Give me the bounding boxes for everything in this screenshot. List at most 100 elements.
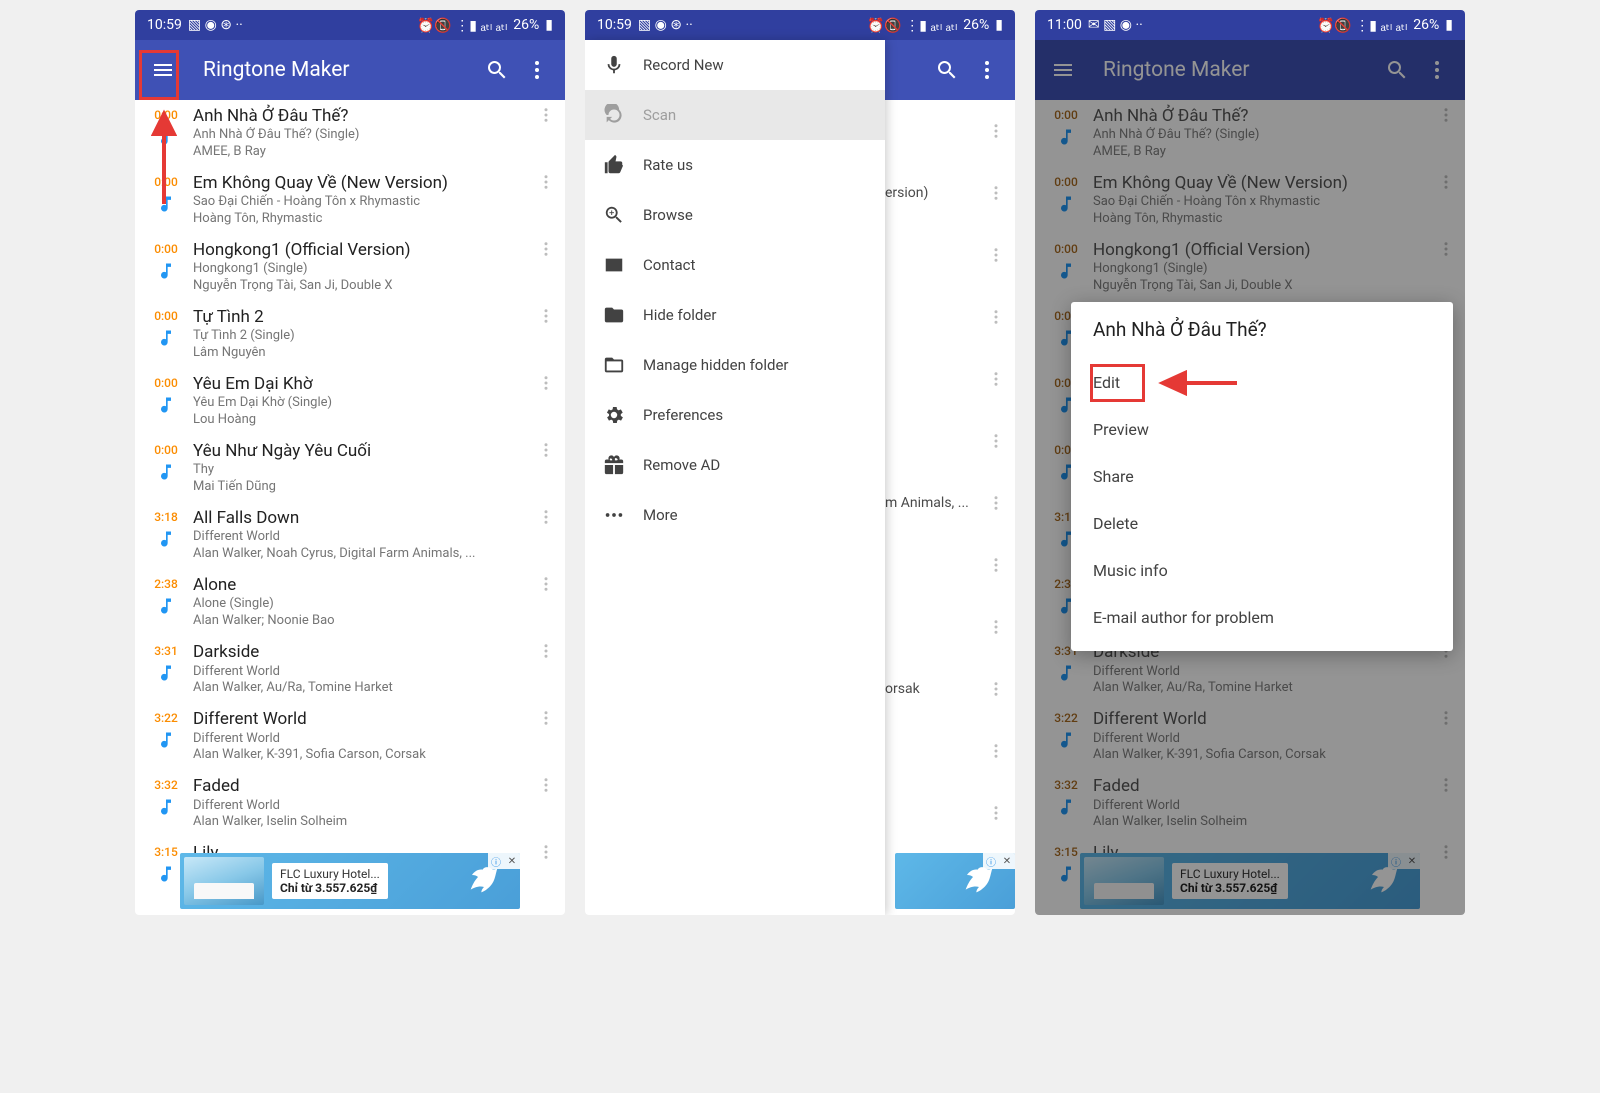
song-more-button[interactable] [531,709,561,727]
song-more-button[interactable] [981,494,1011,512]
song-item[interactable]: 3:22 Different World Different World Ala… [135,703,565,770]
song-item[interactable]: 2:38 Alone Alone (Single) Alan Walker; N… [135,569,565,636]
context-menu-item[interactable]: Delete [1093,500,1431,547]
song-more-button[interactable] [981,184,1011,202]
overflow-button[interactable] [967,50,1007,90]
drawer-item-mic[interactable]: Record New [585,40,885,90]
song-item[interactable]: 3:32 Faded Different World Alan Walker, … [135,770,565,837]
folder-icon [603,304,643,326]
ad-close-icon[interactable]: ✕ [504,853,520,869]
app-bar: Ringtone Maker [135,40,565,100]
song-more-button[interactable] [981,742,1011,760]
music-note-icon [156,191,176,221]
song-item[interactable]: 3:31 Darkside Different World Alan Walke… [135,636,565,703]
context-menu-item[interactable]: E-mail author for problem [1093,594,1431,641]
drawer-item-refresh[interactable]: Scan [585,90,885,140]
drawer-item-thumb[interactable]: Rate us [585,140,885,190]
drawer-item-label: Manage hidden folder [643,356,789,374]
ad-info-icon[interactable]: ⓘ [488,853,504,869]
song-duration: 3:32 [154,778,178,792]
drawer-item-zoom[interactable]: Browse [585,190,885,240]
zoom-icon [603,204,643,226]
song-more-button[interactable] [531,843,561,861]
ad-price: Chỉ từ 3.557.625₫ [280,881,380,895]
drawer-item-label: Rate us [643,156,693,174]
search-button[interactable] [927,50,967,90]
song-duration: 0:00 [154,108,178,122]
song-more-button[interactable] [531,441,561,459]
context-menu-item[interactable]: Edit [1093,359,1431,406]
song-more-button[interactable] [981,618,1011,636]
song-more-button[interactable] [981,308,1011,326]
song-title: Tự Tình 2 [193,307,531,328]
song-artist: Mai Tiến Dũng [193,479,523,496]
song-more-button[interactable] [981,432,1011,450]
song-title: Alone [193,575,531,596]
song-more-button[interactable] [981,370,1011,388]
song-more-button[interactable] [531,508,561,526]
music-note-icon [156,727,176,757]
song-text-fragment: m Animals, ... [885,495,981,511]
menu-button[interactable] [143,50,183,90]
song-item[interactable]: 0:00 Em Không Quay Về (New Version) Sao … [135,167,565,234]
drawer-item-label: Browse [643,206,693,224]
song-title: Hongkong1 (Official Version) [193,240,531,261]
song-item-peek [885,224,1015,286]
drawer-item-gear[interactable]: Preferences [585,390,885,440]
song-more-button[interactable] [531,776,561,794]
song-item[interactable]: 0:00 Anh Nhà Ở Đâu Thế? Anh Nhà Ở Đâu Th… [135,100,565,167]
song-more-button[interactable] [531,374,561,392]
drawer-item-label: Preferences [643,406,723,424]
ad-banner[interactable]: ⓘ ✕ [895,853,1015,909]
song-artist: Lou Hoàng [193,412,523,429]
drawer-item-dots[interactable]: More [585,490,885,540]
song-duration: 2:38 [154,577,178,591]
song-duration: 0:00 [154,309,178,323]
song-more-button[interactable] [981,122,1011,140]
ad-close-icon[interactable]: ✕ [999,853,1015,869]
song-item[interactable]: 3:18 All Falls Down Different World Alan… [135,502,565,569]
song-item-peek [885,286,1015,348]
status-bar: 10:59 ▧ ◉ ⊛ ·· ⏰📵 ⋮▮ ₐₜₗ ₐₜₗ 26% ▮ [585,10,1015,40]
song-duration: 3:15 [154,845,178,859]
song-more-button[interactable] [531,240,561,258]
song-more-button[interactable] [531,575,561,593]
song-item[interactable]: 0:00 Yêu Như Ngày Yêu Cuối Thy Mai Tiến … [135,435,565,502]
song-more-button[interactable] [981,680,1011,698]
screen-2: 10:59 ▧ ◉ ⊛ ·· ⏰📵 ⋮▮ ₐₜₗ ₐₜₗ 26% ▮ ersio… [585,10,1015,915]
song-more-button[interactable] [531,106,561,124]
song-more-button[interactable] [531,642,561,660]
song-title: Faded [193,776,531,797]
song-more-button[interactable] [531,173,561,191]
status-bar: 10:59 ▧ ◉ ⊛ ·· ⏰📵 ⋮▮ ₐₜₗ ₐₜₗ 26% ▮ [135,10,565,40]
drawer-item-contact[interactable]: Contact [585,240,885,290]
context-menu-title: Anh Nhà Ở Đâu Thế? [1093,318,1431,341]
song-item[interactable]: 0:00 Hongkong1 (Official Version) Hongko… [135,234,565,301]
drawer-item-folder-open[interactable]: Manage hidden folder [585,340,885,390]
song-more-button[interactable] [531,307,561,325]
screen-3: 11:00 ✉ ▧ ◉ ·· ⏰📵 ⋮▮ ₐₜₗ ₐₜₗ 26% ▮ Ringt… [1035,10,1465,915]
app-title: Ringtone Maker [203,58,477,82]
ad-info-icon[interactable]: ⓘ [983,853,999,869]
song-more-button[interactable] [981,804,1011,822]
song-item[interactable]: 0:00 Yêu Em Dại Khờ Yêu Em Dại Khờ (Sing… [135,368,565,435]
drawer-item-folder[interactable]: Hide folder [585,290,885,340]
song-title: Em Không Quay Về (New Version) [193,173,531,194]
song-artist: Hoàng Tôn, Rhymastic [193,211,523,228]
song-item[interactable]: 0:00 Tự Tình 2 Tự Tình 2 (Single) Lâm Ng… [135,301,565,368]
nav-drawer[interactable]: Record New Scan Rate us Browse Contact H… [585,40,885,915]
music-note-icon [156,258,176,288]
song-duration: 0:00 [154,175,178,189]
context-menu-item[interactable]: Share [1093,453,1431,500]
ad-banner[interactable]: FLC Luxury Hotel... Chỉ từ 3.557.625₫ ⓘ … [180,853,520,909]
song-more-button[interactable] [981,556,1011,574]
overflow-button[interactable] [517,50,557,90]
status-battery: 26% [963,17,989,33]
context-menu-item[interactable]: Music info [1093,547,1431,594]
drawer-item-gift[interactable]: Remove AD [585,440,885,490]
song-more-button[interactable] [981,246,1011,264]
song-artist: Lâm Nguyên [193,345,523,362]
search-button[interactable] [477,50,517,90]
song-list[interactable]: 0:00 Anh Nhà Ở Đâu Thế? Anh Nhà Ở Đâu Th… [135,100,565,904]
context-menu-item[interactable]: Preview [1093,406,1431,453]
